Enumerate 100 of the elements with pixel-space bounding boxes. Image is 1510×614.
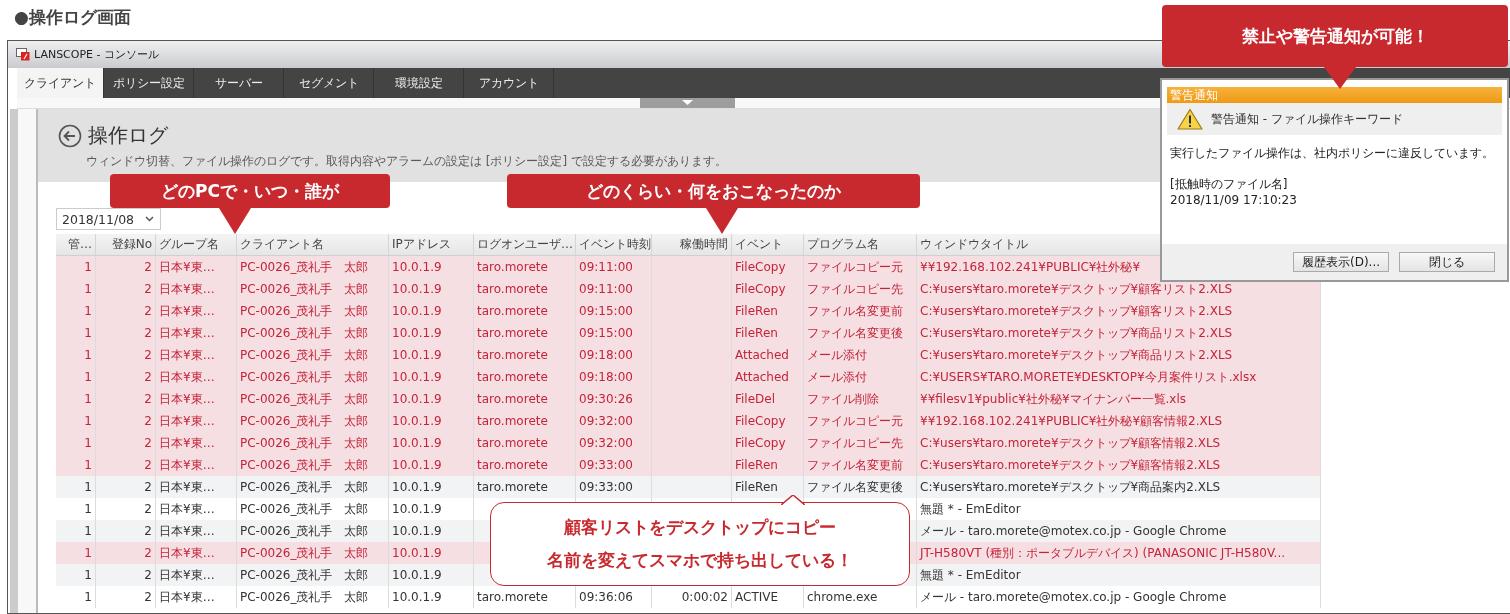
- table-cell: 2: [144, 370, 152, 384]
- table-cell: ファイル名変更前: [807, 304, 903, 318]
- table-cell: C:¥users¥taro.morete¥デスクトップ¥顧客リスト2.XLS: [920, 282, 1233, 296]
- table-cell: 09:33:00: [579, 458, 633, 472]
- table-cell: FileCopy: [735, 436, 786, 450]
- table-cell: 10.0.1.9: [392, 458, 442, 472]
- table-cell: C:¥users¥taro.morete¥デスクトップ¥顧客情報2.XLS: [920, 458, 1221, 472]
- table-cell: メール - taro.morete@motex.co.jp - Google Chrome: [920, 590, 1227, 604]
- table-cell: 日本¥東…: [159, 392, 215, 406]
- table-cell: PC-0026_茂礼手 太郎: [240, 436, 369, 450]
- table-cell: 1: [84, 480, 92, 494]
- table-cell: 09:32:00: [579, 436, 633, 450]
- table-cell: 日本¥東…: [159, 502, 215, 516]
- table-cell: taro.morete: [477, 590, 548, 604]
- table-cell: 10.0.1.9: [392, 436, 442, 450]
- table-cell: C:¥users¥taro.morete¥デスクトップ¥商品リスト2.XLS: [920, 326, 1233, 340]
- table-cell: ファイル削除: [807, 392, 879, 406]
- table-cell: 2: [144, 502, 152, 516]
- table-cell: 2: [144, 392, 152, 406]
- table-cell: 1: [84, 524, 92, 538]
- table-cell: PC-0026_茂礼手 太郎: [240, 546, 369, 560]
- table-cell: 日本¥東…: [159, 348, 215, 362]
- table-cell: 日本¥東…: [159, 326, 215, 340]
- table-cell: 2: [144, 260, 152, 274]
- table-cell: ファイル名変更後: [807, 480, 903, 494]
- table-cell: 10.0.1.9: [392, 590, 442, 604]
- table-cell: 10.0.1.9: [392, 326, 442, 340]
- table-cell: 日本¥東…: [159, 260, 215, 274]
- file-label: [抵触時のファイル名]: [1170, 176, 1288, 193]
- table-cell: FileCopy: [735, 282, 786, 296]
- table-cell: 日本¥東…: [159, 282, 215, 296]
- table-cell: 1: [84, 546, 92, 560]
- table-cell: メール添付: [807, 370, 867, 384]
- table-cell: 1: [84, 414, 92, 428]
- table-cell: 2: [144, 524, 152, 538]
- table-cell: ファイル名変更後: [807, 326, 903, 340]
- page-heading: ●操作ログ画面: [13, 6, 131, 29]
- table-cell: 10.0.1.9: [392, 524, 442, 538]
- table-cell: ¥¥filesv1¥public¥社外秘¥マイナンバー一覧.xls: [920, 392, 1187, 406]
- table-cell: PC-0026_茂礼手 太郎: [240, 458, 369, 472]
- table-cell: taro.morete: [477, 282, 548, 296]
- table-cell: 10.0.1.9: [392, 260, 442, 274]
- table-cell: PC-0026_茂礼手 太郎: [240, 590, 369, 604]
- table-cell: PC-0026_茂礼手 太郎: [240, 414, 369, 428]
- table-cell: PC-0026_茂礼手 太郎: [240, 502, 369, 516]
- table-cell: 2: [144, 480, 152, 494]
- table-cell: 10.0.1.9: [392, 370, 442, 384]
- table-cell: taro.morete: [477, 348, 548, 362]
- dialog-message: 実行したファイル操作は、社内ポリシーに違反しています。: [1170, 145, 1494, 162]
- table-cell: Attached: [735, 348, 789, 362]
- dialog-heading: 警告通知 - ファイル操作キーワード: [1211, 110, 1403, 128]
- table-cell: ¥¥192.168.102.241¥PUBLIC¥社外秘¥顧客情報2.XLS: [920, 414, 1223, 428]
- table-cell: FileCopy: [735, 260, 786, 274]
- table-cell: 10.0.1.9: [392, 568, 442, 582]
- table-cell: 2: [144, 546, 152, 560]
- table-cell: taro.morete: [477, 458, 548, 472]
- table-cell: C:¥USERS¥TARO.MORETE¥DESKTOP¥今月案件リスト.xlsx: [920, 370, 1257, 384]
- page-description: ウィンドウ切替、ファイル操作のログです。取得内容やアラームの設定は [ポリシー設定] で設定する必要があります。: [86, 153, 727, 170]
- table-cell: 1: [84, 392, 92, 406]
- table-cell: 日本¥東…: [159, 590, 215, 604]
- table-cell: 1: [84, 590, 92, 604]
- dialog-title: 警告通知: [1170, 88, 1218, 102]
- callout-text: どのくらい・何をおこなったのか: [586, 179, 841, 203]
- table-cell: Attached: [735, 370, 789, 384]
- table-cell: 無題 * - EmEditor: [920, 502, 1021, 516]
- table-cell: 09:18:00: [579, 348, 633, 362]
- table-cell: 09:11:00: [579, 260, 633, 274]
- table-cell: 10.0.1.9: [392, 546, 442, 560]
- table-cell: PC-0026_茂礼手 太郎: [240, 282, 369, 296]
- table-cell: 2: [144, 348, 152, 362]
- table-cell: 日本¥東…: [159, 414, 215, 428]
- table-cell: メール - taro.morete@motex.co.jp - Google Chrome: [920, 524, 1227, 538]
- table-cell: FileCopy: [735, 414, 786, 428]
- table-cell: FileDel: [735, 392, 776, 406]
- table-cell: 0:00:02: [681, 590, 728, 604]
- table-cell: 10.0.1.9: [392, 480, 442, 494]
- callout-text: 名前を変えてスマホで持ち出している！: [547, 549, 853, 572]
- table-cell: 1: [84, 282, 92, 296]
- table-cell: FileRen: [735, 480, 778, 494]
- table-cell: C:¥users¥taro.morete¥デスクトップ¥顧客リスト2.XLS: [920, 304, 1233, 318]
- table-cell: 09:30:26: [579, 392, 633, 406]
- table-cell: PC-0026_茂礼手 太郎: [240, 392, 369, 406]
- table-cell: taro.morete: [477, 480, 548, 494]
- table-cell: 09:15:00: [579, 326, 633, 340]
- table-cell: ファイルコピー先: [807, 436, 903, 450]
- table-cell: 1: [84, 436, 92, 450]
- table-cell: 10.0.1.9: [392, 414, 442, 428]
- table-cell: ファイルコピー元: [807, 260, 903, 274]
- table-cell: 日本¥東…: [159, 458, 215, 472]
- table-cell: PC-0026_茂礼手 太郎: [240, 524, 369, 538]
- table-cell: C:¥users¥taro.morete¥デスクトップ¥商品リスト2.XLS: [920, 348, 1233, 362]
- table-cell: 09:18:00: [579, 370, 633, 384]
- table-cell: PC-0026_茂礼手 太郎: [240, 370, 369, 384]
- table-cell: PC-0026_茂礼手 太郎: [240, 348, 369, 362]
- table-cell: taro.morete: [477, 260, 548, 274]
- table-cell: 1: [84, 348, 92, 362]
- table-cell: 1: [84, 304, 92, 318]
- table-cell: 1: [84, 568, 92, 582]
- table-cell: PC-0026_茂礼手 太郎: [240, 326, 369, 340]
- table-cell: taro.morete: [477, 304, 548, 318]
